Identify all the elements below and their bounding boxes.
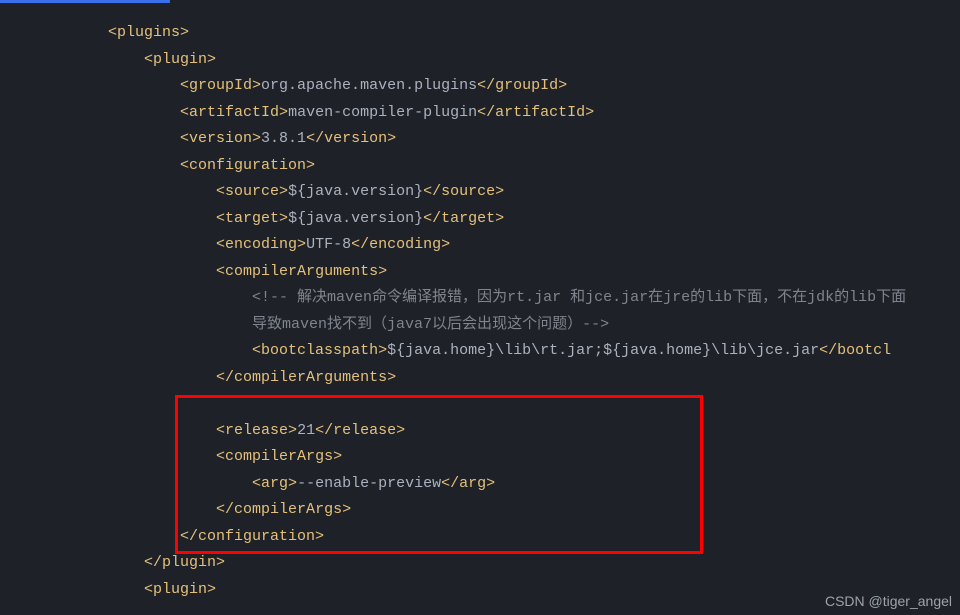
code-line: <plugins> [0, 20, 960, 47]
code-line: <target>${java.version}</target> [0, 206, 960, 233]
code-editor[interactable]: <plugins> <plugin> <groupId>org.apache.m… [0, 0, 960, 603]
code-line: </plugin> [0, 550, 960, 577]
code-line: <!-- 解决maven命令编译报错，因为rt.jar 和jce.jar在jre… [0, 285, 960, 312]
code-line: <bootclasspath>${java.home}\lib\rt.jar;$… [0, 338, 960, 365]
code-line: <compilerArguments> [0, 259, 960, 286]
code-line: <version>3.8.1</version> [0, 126, 960, 153]
code-line: <groupId>org.apache.maven.plugins</group… [0, 73, 960, 100]
watermark-text: CSDN @tiger_angel [825, 593, 952, 609]
code-line: <release>21</release> [0, 418, 960, 445]
code-line: <arg>--enable-preview</arg> [0, 471, 960, 498]
code-line: <encoding>UTF-8</encoding> [0, 232, 960, 259]
code-line: </configuration> [0, 524, 960, 551]
code-line: <artifactId>maven-compiler-plugin</artif… [0, 100, 960, 127]
code-line: 导致maven找不到（java7以后会出现这个问题）--> [0, 312, 960, 339]
code-line: </compilerArgs> [0, 497, 960, 524]
code-line: <compilerArgs> [0, 444, 960, 471]
code-line: </compilerArguments> [0, 365, 960, 392]
code-line [0, 391, 960, 418]
loading-progress [0, 0, 170, 3]
code-line: <configuration> [0, 153, 960, 180]
code-line: <plugin> [0, 577, 960, 604]
code-line: <plugin> [0, 47, 960, 74]
code-line: <source>${java.version}</source> [0, 179, 960, 206]
